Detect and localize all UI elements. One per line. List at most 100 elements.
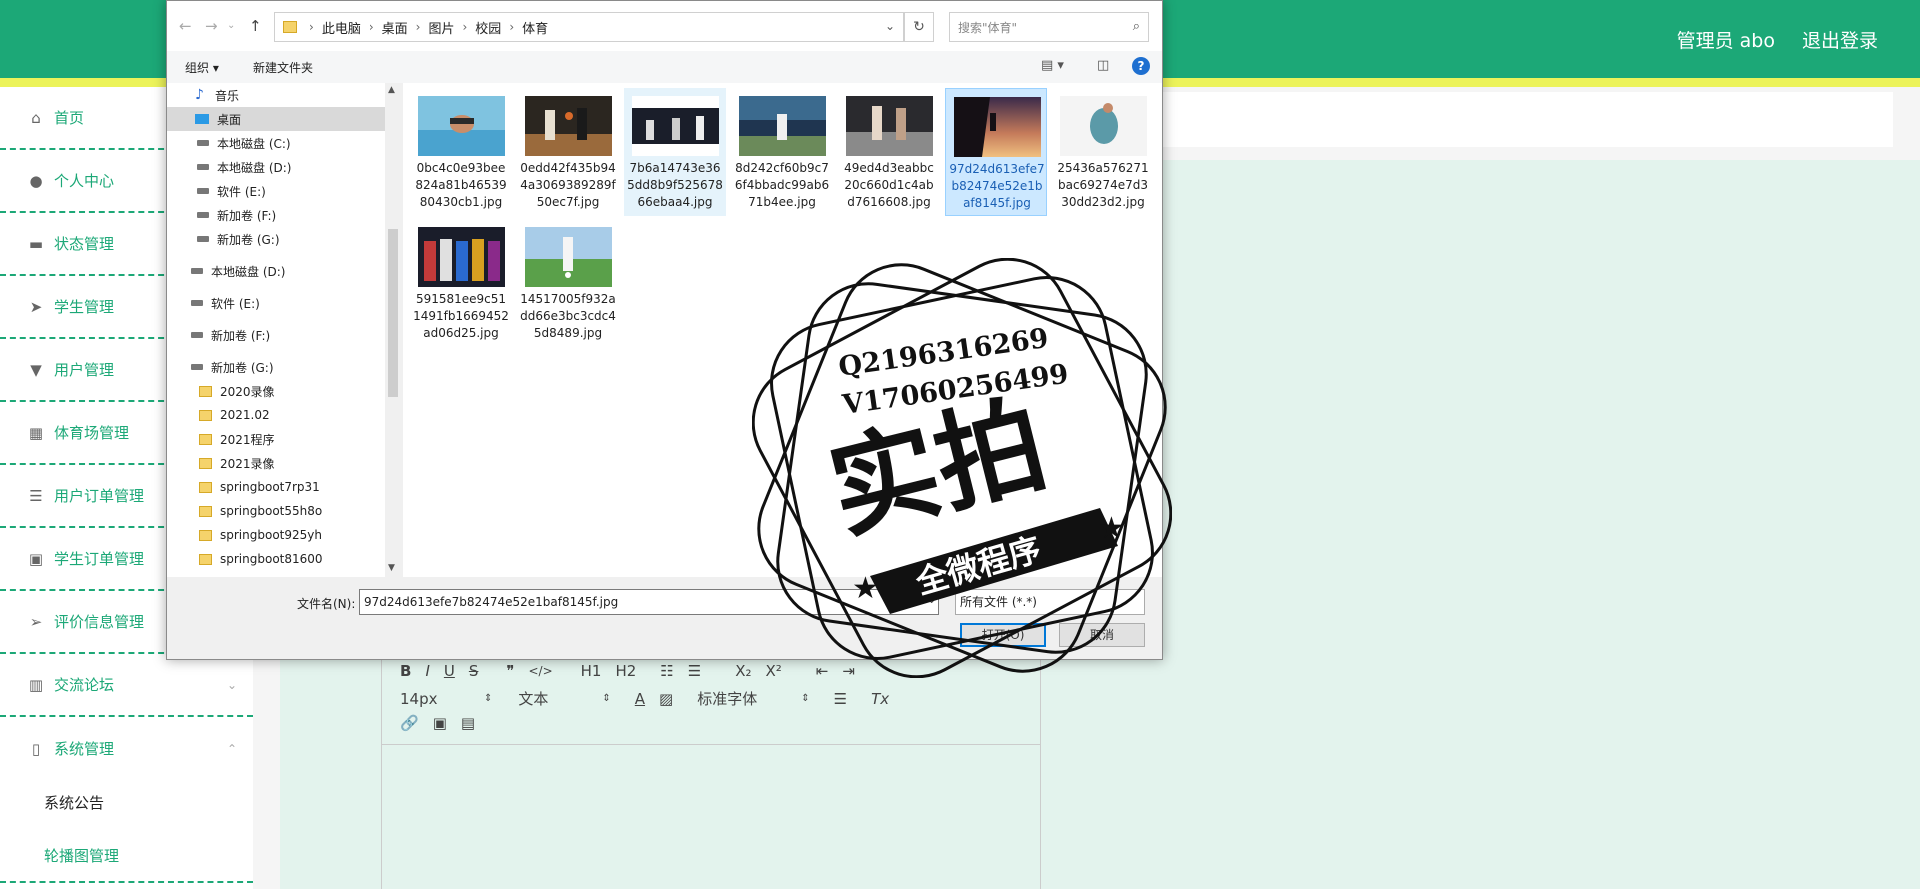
filename-dropdown-icon[interactable]: ⌄ xyxy=(927,593,936,606)
nav-item-folder[interactable]: 2020录像 xyxy=(167,379,385,403)
scroll-up-arrow-icon[interactable]: ▲ xyxy=(388,85,395,95)
nav-item-label: 2020录像 xyxy=(220,384,275,399)
sidebar-subitem-carousel[interactable]: 轮播图管理 xyxy=(0,829,253,883)
address-dropdown-icon[interactable]: ⌄ xyxy=(885,19,895,33)
font-size-select[interactable]: 14px xyxy=(400,690,470,708)
outdent-button[interactable]: ⇤ xyxy=(816,662,829,680)
subscript-button[interactable]: X₂ xyxy=(735,662,751,680)
open-button[interactable]: 打开(O) xyxy=(960,623,1046,647)
underline-button[interactable]: U xyxy=(444,662,455,680)
navigation-scrollbar[interactable]: ▲ ▼ xyxy=(385,83,401,577)
superscript-button[interactable]: X² xyxy=(765,662,781,680)
breadcrumb-item[interactable]: 此电脑 xyxy=(322,18,361,37)
view-options-icon[interactable]: ▤ ▾ xyxy=(1041,58,1064,73)
desktop-icon xyxy=(195,114,209,124)
heading2-button[interactable]: H2 xyxy=(615,662,636,680)
image-icon[interactable]: ▣ xyxy=(433,714,447,732)
background-color-icon[interactable]: ▨ xyxy=(659,690,673,708)
nav-item-drive[interactable]: 本地磁盘 (D:) xyxy=(167,259,385,283)
filename-input[interactable]: 97d24d613efe7b82474e52e1baf8145f.jpg xyxy=(359,589,939,615)
nav-item-folder[interactable]: springboot7rp31 xyxy=(167,475,385,499)
file-item[interactable]: 14517005f932add66e3bc3cdc45d8489.jpg xyxy=(517,219,619,347)
breadcrumb-item[interactable]: 桌面 xyxy=(382,18,408,37)
nav-item-folder[interactable]: 2021程序 xyxy=(167,427,385,451)
clipboard-check-icon: ▣ xyxy=(28,549,44,568)
file-item[interactable]: 8d242cf60b9c76f4bbadc99ab671b4ee.jpg xyxy=(731,88,833,216)
sidebar-subitem-announcements[interactable]: 系统公告 xyxy=(0,775,253,829)
nav-item-folder[interactable]: springboot925yh xyxy=(167,523,385,547)
file-item[interactable]: 49ed4d3eabbc20c660d1c4abd7616608.jpg xyxy=(838,88,940,216)
nav-item-music[interactable]: ♪ 音乐 xyxy=(167,83,385,107)
logout-link[interactable]: 退出登录 xyxy=(1802,26,1878,53)
image-thumbnail xyxy=(739,96,826,156)
file-item[interactable]: 0bc4c0e93bee824a81b4653980430cb1.jpg xyxy=(410,88,512,216)
font-family-select[interactable]: 标准字体 xyxy=(697,688,787,709)
italic-button[interactable]: I xyxy=(425,662,429,680)
file-item[interactable]: 591581ee9c511491fb1669452ad06d25.jpg xyxy=(410,219,512,347)
nav-item-drive[interactable]: 新加卷 (F:) xyxy=(167,323,385,347)
nav-item-drive[interactable]: 本地磁盘 (C:) xyxy=(167,131,385,155)
help-icon[interactable]: ? xyxy=(1132,57,1150,75)
heading1-button[interactable]: H1 xyxy=(581,662,602,680)
refresh-icon[interactable]: ↻ xyxy=(904,12,934,42)
nav-item-folder[interactable]: springboot81600 xyxy=(167,547,385,571)
sidebar-item-label: 系统管理 xyxy=(54,740,115,758)
font-family-arrows-icon: ⇕ xyxy=(801,693,810,704)
back-arrow-icon[interactable]: ← xyxy=(179,17,192,35)
file-item[interactable]: 0edd42f435b944a3069389289f50ec7f.jpg xyxy=(517,88,619,216)
navigation-icon: ➢ xyxy=(29,612,43,631)
text-type-select[interactable]: 文本 xyxy=(518,688,588,709)
sidebar-item-system[interactable]: ▯ 系统管理 ⌃ xyxy=(0,717,253,780)
nav-item-folder[interactable]: 2021录像 xyxy=(167,451,385,475)
music-icon: ♪ xyxy=(195,87,204,103)
sidebar-item-forum[interactable]: ▥ 交流论坛 ⌄ xyxy=(0,654,253,717)
nav-item-label: 本地磁盘 (D:) xyxy=(217,160,292,175)
address-bar[interactable]: › 此电脑 › 桌面 › 图片 › 校园 › 体育 ⌄ xyxy=(274,12,904,42)
indent-button[interactable]: ⇥ xyxy=(842,662,855,680)
briefcase-icon: ▬ xyxy=(28,234,44,253)
nav-item-drive[interactable]: 新加卷 (F:) xyxy=(167,203,385,227)
scroll-down-arrow-icon[interactable]: ▼ xyxy=(388,563,395,573)
breadcrumb-item[interactable]: 体育 xyxy=(522,18,548,37)
organize-button[interactable]: 组织 ▾ xyxy=(185,59,219,76)
breadcrumb-item[interactable]: 校园 xyxy=(475,18,501,37)
filename-label: 文件名(N): xyxy=(297,597,356,611)
nav-item-drive[interactable]: 软件 (E:) xyxy=(167,179,385,203)
file-item[interactable]: 7b6a14743e365dd8b9f52567866ebaa4.jpg xyxy=(624,88,726,216)
nav-item-folder[interactable]: 2021.02 xyxy=(167,403,385,427)
breadcrumb-item[interactable]: 图片 xyxy=(428,18,454,37)
cancel-button[interactable]: 取消 xyxy=(1059,623,1145,647)
file-item[interactable]: 25436a576271bac69274e7d330dd23d2.jpg xyxy=(1052,88,1154,216)
up-arrow-icon[interactable]: ↑ xyxy=(249,17,262,35)
navigation-pane: ♪ 音乐 桌面 本地磁盘 (C:) 本地磁盘 (D:) 软件 (E:) 新加卷 (… xyxy=(167,83,385,577)
bold-button[interactable]: B xyxy=(400,662,411,680)
nav-item-drive[interactable]: 新加卷 (G:) xyxy=(167,227,385,251)
rich-text-editor[interactable]: B I U S ❞ </> H1 H2 ☷ ☰ X₂ X² ⇤ ⇥ 14px ⇕… xyxy=(381,655,1041,889)
clear-format-icon[interactable]: Tx xyxy=(871,690,889,708)
nav-item-drive[interactable]: 本地磁盘 (D:) xyxy=(167,155,385,179)
nav-item-drive[interactable]: 新加卷 (G:) xyxy=(167,355,385,379)
clipboard-icon: ▦ xyxy=(28,423,44,442)
filetype-select[interactable]: 所有文件 (*.*) xyxy=(955,589,1145,615)
preview-pane-icon[interactable]: ◫ xyxy=(1097,58,1109,73)
new-folder-button[interactable]: 新建文件夹 xyxy=(253,59,313,76)
nav-item-folder[interactable]: springboot55h8o xyxy=(167,499,385,523)
unordered-list-button[interactable]: ☰ xyxy=(688,662,701,680)
recent-chevron-icon[interactable]: ⌄ xyxy=(227,20,235,31)
editor-toolbar-divider xyxy=(382,744,1040,745)
image-thumbnail xyxy=(954,97,1041,157)
file-item-selected[interactable]: 97d24d613efe7b82474e52e1baf8145f.jpg xyxy=(945,88,1047,216)
quote-button[interactable]: ❞ xyxy=(506,662,514,680)
ordered-list-button[interactable]: ☷ xyxy=(660,662,673,680)
code-button[interactable]: </> xyxy=(528,664,552,678)
font-color-icon[interactable]: A xyxy=(635,690,645,708)
search-input[interactable]: 搜索"体育" ⌕ xyxy=(949,12,1149,42)
nav-item-desktop[interactable]: 桌面 xyxy=(167,107,385,131)
video-icon[interactable]: ▤ xyxy=(461,714,475,732)
link-icon[interactable]: 🔗 xyxy=(400,714,419,732)
strikethrough-button[interactable]: S xyxy=(469,662,479,680)
nav-item-drive[interactable]: 软件 (E:) xyxy=(167,291,385,315)
align-icon[interactable]: ☰ xyxy=(834,690,847,708)
forward-arrow-icon[interactable]: → xyxy=(205,17,218,35)
scrollbar-thumb[interactable] xyxy=(388,229,398,397)
